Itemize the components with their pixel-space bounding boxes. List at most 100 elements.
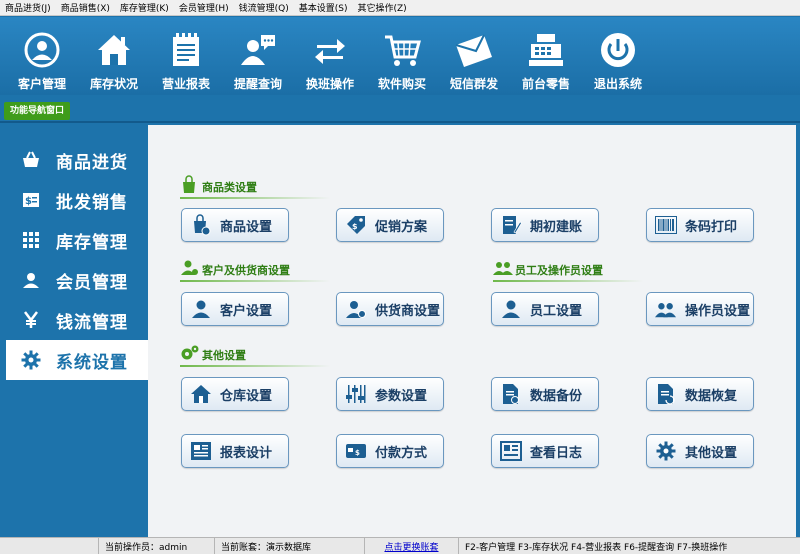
ledger-pen-icon [500,214,522,236]
menu-cashflow[interactable]: 钱流管理(Q) [234,1,294,14]
opening-balance-button[interactable]: 期初建账 [491,208,599,242]
toolbar-label: 库存状况 [89,77,138,91]
svg-text:$: $ [25,196,33,207]
payment-method-button[interactable]: $ 付款方式 [336,434,444,468]
section-staff-header: 员工及操作员设置 [493,258,603,278]
sidebar-item-system-settings[interactable]: 系统设置 [6,340,148,380]
button-label: 条码打印 [685,219,738,235]
button-label: 查看日志 [530,445,583,461]
sidebar-item-inventory[interactable]: 库存管理 [0,220,148,260]
toolbar-inventory-button[interactable]: 库存状况 [78,17,150,95]
people-icon [493,262,513,275]
document-restore-icon [655,383,677,405]
toolbar-label: 营业报表 [161,77,210,91]
data-restore-button[interactable]: 数据恢复 [646,377,754,411]
settings-panel: 商品类设置 商品设置 $ 促销方案 期初建账 条码打印 客户及供货商设置 员工及… [148,125,796,537]
section-underline [180,197,330,199]
sidebar-item-wholesale[interactable]: $ 批发销售 [0,180,148,220]
menu-inventory[interactable]: 库存管理(K) [115,1,174,14]
person-icon [190,298,212,320]
card-icon: $ [345,440,367,462]
status-account: 当前账套：演示数据库 [214,538,364,554]
operator-setting-button[interactable]: 操作员设置 [646,292,754,326]
toolbar-exit-button[interactable]: 退出系统 [582,17,654,95]
view-log-button[interactable]: 查看日志 [491,434,599,468]
supplier-setting-button[interactable]: 供货商设置 [336,292,444,326]
toolbar-label: 退出系统 [593,77,642,91]
svg-text:$: $ [352,222,358,231]
gear-icon [655,440,677,462]
promotion-button[interactable]: $ 促销方案 [336,208,444,242]
toolbar-report-button[interactable]: 营业报表 [150,17,222,95]
nav-window-label: 功能导航窗口 [4,102,71,120]
toolbar-reminder-button[interactable]: 提醒查询 [222,17,294,95]
menu-goods-sales[interactable]: 商品销售(X) [56,1,115,14]
button-label: 员工设置 [530,303,583,319]
button-label: 客户设置 [220,303,273,319]
notepad-icon [166,30,206,70]
data-backup-button[interactable]: 数据备份 [491,377,599,411]
sidebar-item-label: 会员管理 [56,272,128,293]
toolbar-sms-button[interactable]: 短信群发 [438,17,510,95]
button-label: 商品设置 [220,219,273,235]
status-link-cell: 点击更换账套 [364,538,458,554]
toolbar-retail-button[interactable]: 前台零售 [510,17,582,95]
price-tag-icon: $ [20,189,42,211]
other-setting-button[interactable]: 其他设置 [646,434,754,468]
switch-account-link[interactable]: 点击更换账套 [384,540,438,553]
grid-icon [20,229,42,251]
toolbar-label: 换班操作 [305,77,354,91]
menu-other-ops[interactable]: 其它操作(Z) [352,1,411,14]
section-underline [180,365,330,367]
menu-goods-purchase[interactable]: 商品进货(J) [0,1,56,14]
people-icon [655,298,677,320]
params-setting-button[interactable]: 参数设置 [336,377,444,411]
button-label: 操作员设置 [685,303,751,319]
power-icon [598,30,638,70]
warehouse-setting-button[interactable]: 仓库设置 [181,377,289,411]
report-design-button[interactable]: 报表设计 [181,434,289,468]
button-label: 参数设置 [375,388,428,404]
sidebar-item-label: 批发销售 [56,192,128,213]
menu-members[interactable]: 会员管理(H) [174,1,234,14]
toolbar-purchase-button[interactable]: 软件购买 [366,17,438,95]
status-hotkeys: F2-客户管理 F3-库存状况 F4-营业报表 F6-提醒查询 F7-换班操作 [458,538,800,554]
status-blank [0,538,98,554]
yen-icon [20,309,42,331]
button-label: 其他设置 [685,445,738,461]
gear-icon [20,349,42,371]
svg-text:$: $ [355,449,360,457]
person-icon [500,298,522,320]
toolbar-label: 软件购买 [377,77,426,91]
section-title: 商品类设置 [202,181,257,194]
toolbar-customer-button[interactable]: 客户管理 [6,17,78,95]
menu-basic-settings[interactable]: 基本设置(S) [294,1,353,14]
price-tag-icon: $ [345,214,367,236]
shopping-bag-icon [183,175,195,193]
sidebar: 商品进货 $ 批发销售 库存管理 会员管理 钱流管理 系统设置 [0,140,148,380]
person-gear-icon [345,298,367,320]
document-backup-icon [500,383,522,405]
staff-setting-button[interactable]: 员工设置 [491,292,599,326]
sidebar-item-members[interactable]: 会员管理 [0,260,148,300]
menu-bar: 商品进货(J) 商品销售(X) 库存管理(K) 会员管理(H) 钱流管理(Q) … [0,0,800,16]
swap-arrows-icon [310,30,350,70]
sidebar-item-cashflow[interactable]: 钱流管理 [0,300,148,340]
button-label: 仓库设置 [220,388,273,404]
button-label: 报表设计 [220,445,273,461]
barcode-print-button[interactable]: 条码打印 [646,208,754,242]
goods-setting-button[interactable]: 商品设置 [181,208,289,242]
section-goods-header: 商品类设置 [180,175,257,195]
sidebar-item-purchase[interactable]: 商品进货 [0,140,148,180]
house-icon [190,383,212,405]
status-operator: 当前操作员：admin [98,538,214,554]
button-label: 数据备份 [530,388,583,404]
toolbar-shift-button[interactable]: 换班操作 [294,17,366,95]
section-title: 员工及操作员设置 [515,264,603,277]
section-title: 客户及供货商设置 [202,264,290,277]
customer-setting-button[interactable]: 客户设置 [181,292,289,326]
log-window-icon [500,440,522,462]
button-label: 供货商设置 [375,303,441,319]
button-label: 付款方式 [375,445,428,461]
status-bar: 当前操作员：admin 当前账套：演示数据库 点击更换账套 F2-客户管理 F3… [0,537,800,554]
